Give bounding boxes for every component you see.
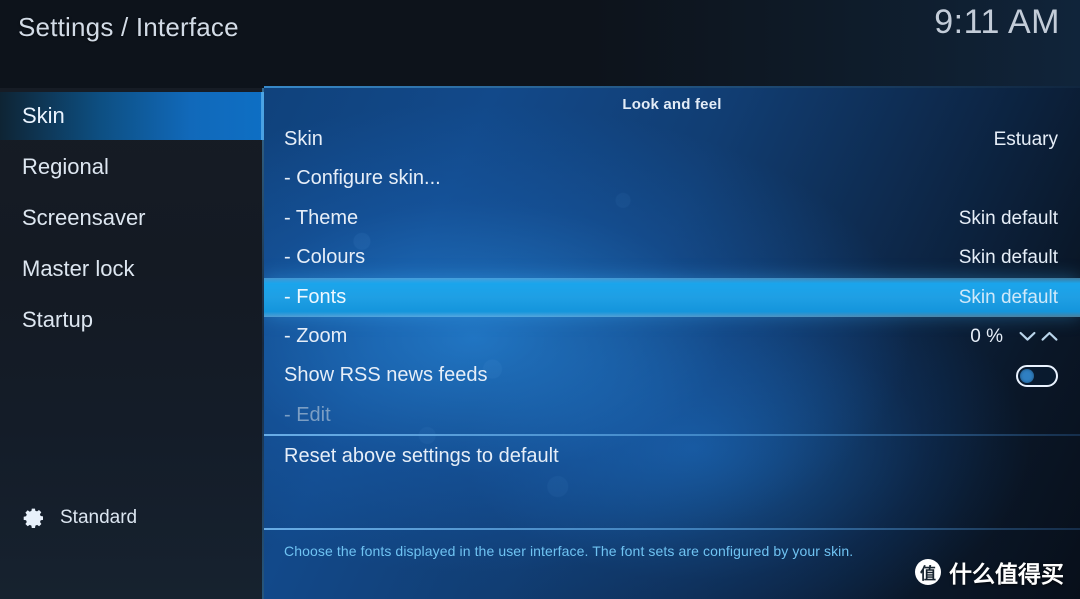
sidebar-item-master-lock[interactable]: Master lock	[0, 245, 264, 293]
sidebar-item-label: Screensaver	[22, 205, 146, 230]
setting-label: Skin	[284, 128, 323, 150]
settings-level-label: Standard	[60, 507, 138, 528]
sidebar-item-regional[interactable]: Regional	[0, 143, 264, 191]
sidebar-item-screensaver[interactable]: Screensaver	[0, 194, 264, 242]
window-header: Settings / Interface 9:11 AM	[0, 0, 1080, 88]
zoom-spinner[interactable]	[1019, 330, 1058, 343]
setting-row-configure-skin[interactable]: - Configure skin...	[264, 159, 1080, 198]
setting-label: - Fonts	[284, 286, 347, 308]
setting-value: 0 %	[970, 325, 1003, 347]
settings-level-button[interactable]: Standard	[22, 506, 137, 530]
watermark: 值 什么值得买	[915, 555, 1064, 589]
settings-panel: Look and feel Skin Estuary - Configure s…	[264, 88, 1080, 599]
sidebar-item-label: Regional	[22, 154, 109, 179]
kodi-settings-screen: Settings / Interface 9:11 AM Skin Region…	[0, 0, 1080, 599]
sidebar-item-startup[interactable]: Startup	[0, 296, 264, 344]
help-text: Choose the fonts displayed in the user i…	[284, 543, 854, 559]
setting-label: - Edit	[284, 404, 331, 426]
rss-toggle-switch[interactable]	[1016, 364, 1058, 387]
sidebar-item-label: Master lock	[22, 256, 135, 281]
setting-row-reset-to-default[interactable]: Reset above settings to default	[264, 437, 1080, 476]
setting-value: Estuary	[993, 128, 1058, 150]
clock: 9:11 AM	[934, 3, 1060, 41]
list-divider-bottom	[264, 528, 1080, 530]
header-underline	[264, 86, 1080, 88]
list-divider-top	[264, 434, 1080, 436]
setting-row-fonts[interactable]: - Fonts Skin default	[264, 278, 1080, 317]
toggle-knob	[1020, 368, 1034, 383]
setting-value: Skin default	[958, 246, 1058, 268]
category-sidebar: Skin Regional Screensaver Master lock St…	[0, 88, 264, 599]
chevron-up-icon[interactable]	[1041, 330, 1058, 343]
watermark-text: 什么值得买	[949, 562, 1064, 588]
sidebar-edge-accent	[262, 88, 264, 599]
setting-label: - Zoom	[284, 325, 348, 347]
watermark-badge-icon: 值	[915, 559, 941, 585]
setting-label: - Colours	[284, 246, 366, 268]
setting-row-theme[interactable]: - Theme Skin default	[264, 199, 1080, 238]
setting-label: Reset above settings to default	[284, 445, 559, 467]
setting-label: - Theme	[284, 207, 359, 229]
setting-label: - Configure skin...	[284, 167, 441, 189]
sidebar-item-skin[interactable]: Skin	[0, 92, 264, 140]
sidebar-item-label: Skin	[22, 103, 65, 128]
settings-list: Skin Estuary - Configure skin... - Theme…	[264, 88, 1080, 599]
chevron-down-icon[interactable]	[1019, 330, 1036, 343]
setting-row-colours[interactable]: - Colours Skin default	[264, 238, 1080, 277]
setting-row-edit: - Edit	[264, 396, 1080, 435]
setting-row-zoom[interactable]: - Zoom 0 %	[264, 317, 1080, 356]
setting-label: Show RSS news feeds	[284, 364, 488, 386]
sidebar-item-label: Startup	[22, 307, 93, 332]
setting-value: Skin default	[958, 286, 1058, 308]
gear-icon	[23, 508, 43, 528]
setting-row-skin[interactable]: Skin Estuary	[264, 120, 1080, 159]
setting-row-show-rss-news-feeds[interactable]: Show RSS news feeds	[264, 356, 1080, 395]
setting-value: Skin default	[958, 207, 1058, 229]
page-title: Settings / Interface	[18, 12, 239, 42]
